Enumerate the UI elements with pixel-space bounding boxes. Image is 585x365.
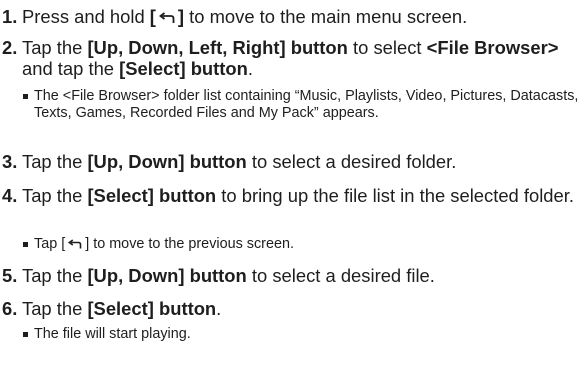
step-text: and tap the — [22, 58, 120, 79]
step-number: 2. — [2, 37, 18, 58]
step-number: 3. — [2, 151, 18, 172]
step-text: to move to the main menu screen. — [184, 6, 468, 27]
step-text: Tap the — [22, 151, 88, 172]
step-4-note: Tap [ ] to move to the previous screen. — [2, 236, 294, 255]
step-text: to bring up the file list in the selecte… — [216, 185, 574, 206]
note-text: Tap [ — [34, 236, 66, 252]
button-name: [Select] button — [87, 298, 217, 319]
step-text: . — [216, 298, 222, 319]
step-text: to select — [347, 37, 427, 58]
step-5: 5. Tap the [Up, Down] button to select a… — [2, 265, 435, 286]
note-text: The file will start playing. — [34, 326, 191, 342]
step-text: to select a desired file. — [246, 265, 435, 286]
back-arrow-icon — [158, 8, 176, 29]
step-text: to select a desired folder. — [246, 151, 457, 172]
button-name: [Up, Down] button — [87, 151, 247, 172]
button-name: [Select] button — [87, 185, 217, 206]
menu-name: <File Browser> — [426, 37, 559, 58]
step-6-note: The file will start playing. — [2, 326, 191, 343]
step-text: Tap the — [22, 185, 88, 206]
step-1: 1. Press and hold [] to move to the main… — [2, 6, 467, 29]
step-2: 2. Tap the [Up, Down, Left, Right] butto… — [2, 37, 582, 79]
step-text: Tap the — [22, 37, 88, 58]
step-6: 6. Tap the [Select] button. — [2, 298, 221, 319]
step-number: 4. — [2, 185, 18, 206]
button-name: [Up, Down] button — [87, 265, 247, 286]
step-text: Press and hold — [22, 6, 150, 27]
step-number: 6. — [2, 298, 18, 319]
note-text: ] to move to the previous screen. — [85, 236, 294, 252]
step-3: 3. Tap the [Up, Down] button to select a… — [2, 151, 456, 172]
note-text: The <File Browser> folder list containin… — [34, 88, 579, 121]
bullet-icon — [23, 94, 28, 99]
step-text: Tap the — [22, 298, 88, 319]
step-text: Tap the — [22, 265, 88, 286]
step-2-note: The <File Browser> folder list containin… — [2, 88, 579, 122]
step-4: 4. Tap the [Select] button to bring up t… — [2, 185, 582, 206]
back-arrow-icon — [67, 238, 83, 255]
button-name: [Up, Down, Left, Right] button — [87, 37, 348, 58]
bullet-icon — [23, 332, 28, 337]
step-number: 5. — [2, 265, 18, 286]
step-number: 1. — [2, 6, 18, 27]
button-name: [Select] button — [119, 58, 248, 79]
bracket-open: [ — [149, 6, 156, 27]
step-text: . — [247, 58, 254, 79]
bullet-icon — [23, 242, 28, 247]
